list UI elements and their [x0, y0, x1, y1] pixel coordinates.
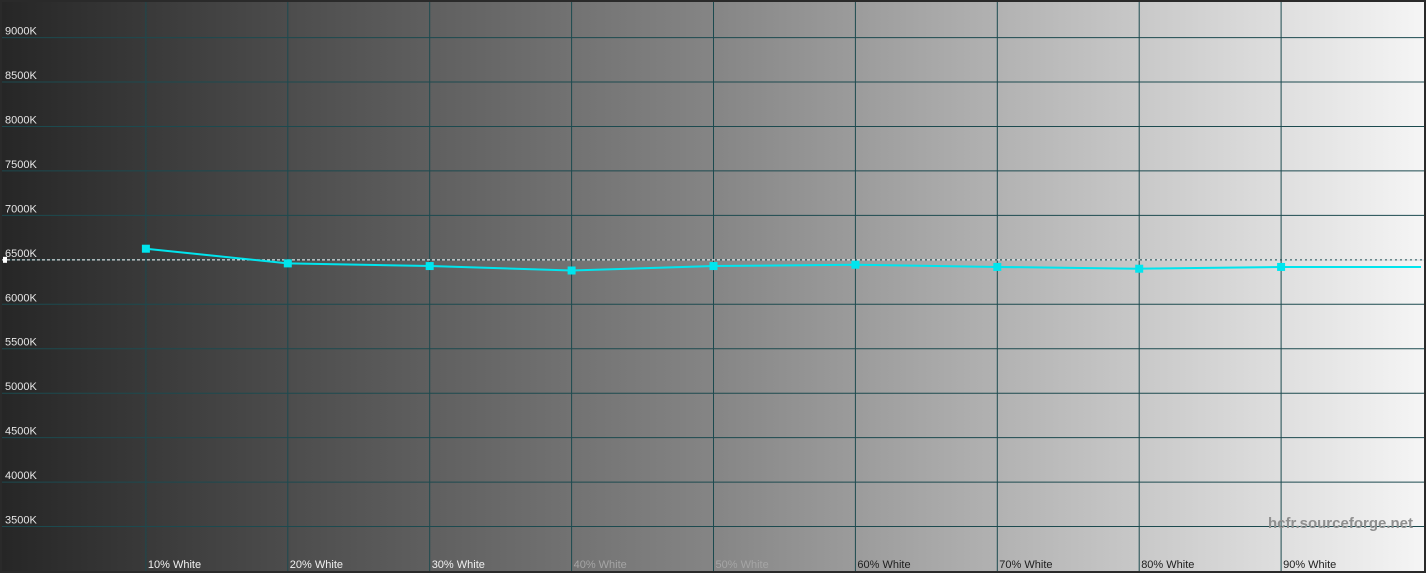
x-tick-label: 60% White: [857, 559, 910, 571]
y-tick-label: 6000K: [5, 292, 37, 304]
data-point: [283, 259, 292, 268]
y-tick-label: 4500K: [5, 426, 37, 438]
reference-marker: [3, 256, 7, 263]
y-tick-label: 9000K: [5, 26, 37, 38]
watermark: hcfr.sourceforge.net: [1268, 515, 1413, 532]
data-point: [425, 262, 434, 271]
y-tick-label: 5000K: [5, 381, 37, 393]
data-point: [851, 260, 860, 269]
y-tick-label: 4000K: [5, 470, 37, 482]
x-tick-label: 70% White: [999, 559, 1052, 571]
y-tick-label: 6500K: [5, 248, 37, 260]
data-point: [1277, 262, 1286, 271]
y-tick-label: 5500K: [5, 337, 37, 349]
x-tick-label: 10% White: [148, 559, 201, 571]
y-tick-label: 8000K: [5, 114, 37, 126]
x-tick-label: 40% White: [574, 559, 627, 571]
data-point: [1135, 264, 1144, 273]
x-tick-label: 90% White: [1283, 559, 1336, 571]
y-tick-label: 7500K: [5, 159, 37, 171]
data-point: [709, 262, 718, 271]
x-tick-label: 30% White: [432, 559, 485, 571]
data-point: [141, 244, 150, 253]
x-tick-label: 20% White: [290, 559, 343, 571]
data-point: [993, 262, 1002, 271]
chart-area: 9000K 8500K 8000K 7500K 7000K 6500K 6000K 5500K…: [0, 0, 1426, 575]
y-tick-label: 3500K: [5, 515, 37, 527]
y-tick-label: 7000K: [5, 203, 37, 215]
y-tick-label: 8500K: [5, 70, 37, 82]
x-tick-label: 50% White: [716, 559, 769, 571]
color-temperature-chart: 9000K 8500K 8000K 7500K 7000K 6500K 6000K 5500K…: [0, 0, 1426, 573]
data-point: [567, 266, 576, 275]
x-tick-label: 80% White: [1141, 559, 1194, 571]
